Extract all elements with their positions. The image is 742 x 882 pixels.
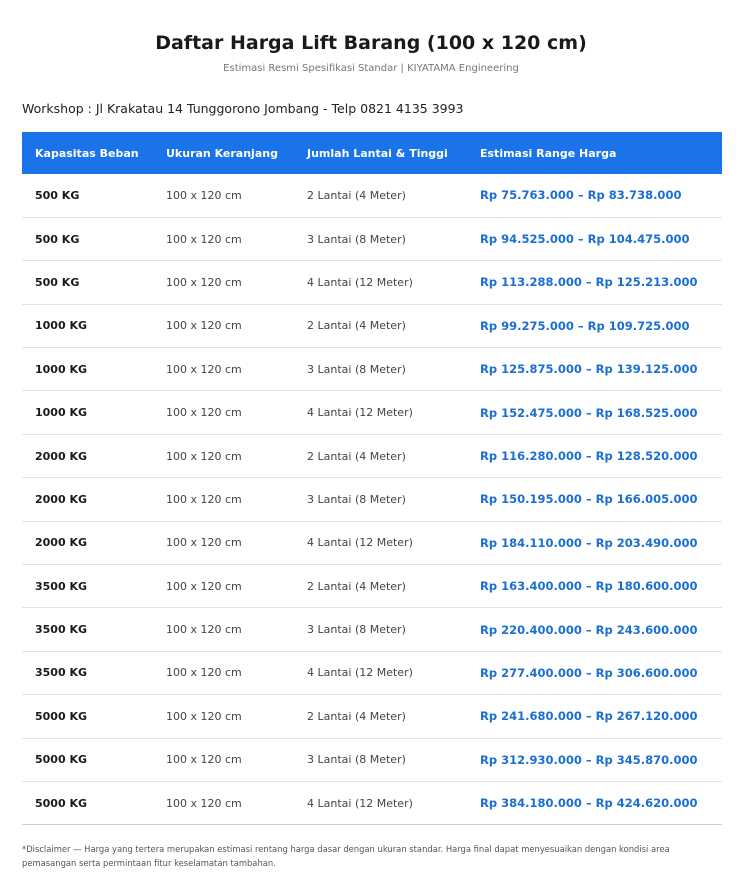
cell-capacity: 3500 KG — [22, 651, 153, 696]
cell-floors-height: 2 Lantai (4 Meter) — [294, 694, 467, 739]
cell-capacity: 1000 KG — [22, 304, 153, 349]
cell-price-range: Rp 312.930.000 – Rp 345.870.000 — [467, 738, 722, 782]
cell-price-range: Rp 163.400.000 – Rp 180.600.000 — [467, 564, 722, 609]
cell-floors-height: 2 Lantai (4 Meter) — [294, 434, 467, 479]
cell-price-range: Rp 125.875.000 – Rp 139.125.000 — [467, 347, 722, 392]
cell-capacity: 2000 KG — [22, 434, 153, 479]
cell-floors-height: 4 Lantai (12 Meter) — [294, 390, 467, 435]
table-row: 1000 KG 100 x 120 cm 3 Lantai (8 Meter) Rp … — [22, 347, 722, 392]
cell-basket-size: 100 x 120 cm — [153, 694, 294, 739]
cell-basket-size: 100 x 120 cm — [153, 217, 294, 262]
column-header-capacity: Kapasitas Beban — [35, 146, 139, 160]
cell-capacity: 5000 KG — [22, 781, 153, 826]
cell-price-range: Rp 384.180.000 – Rp 424.620.000 — [467, 781, 722, 826]
column-header-floors-height: Jumlah Lantai & Tinggi — [307, 146, 448, 160]
cell-capacity: 5000 KG — [22, 738, 153, 782]
cell-basket-size: 100 x 120 cm — [153, 260, 294, 305]
cell-price-range: Rp 152.475.000 – Rp 168.525.000 — [467, 390, 722, 435]
cell-basket-size: 100 x 120 cm — [153, 738, 294, 782]
cell-basket-size: 100 x 120 cm — [153, 607, 294, 652]
table-row: 3500 KG 100 x 120 cm 3 Lantai (8 Meter) Rp … — [22, 607, 722, 652]
cell-floors-height: 2 Lantai (4 Meter) — [294, 174, 467, 218]
table-row: 2000 KG 100 x 120 cm 4 Lantai (12 Meter) Rp… — [22, 521, 722, 566]
cell-price-range: Rp 94.525.000 – Rp 104.475.000 — [467, 217, 722, 262]
cell-basket-size: 100 x 120 cm — [153, 477, 294, 522]
cell-price-range: Rp 116.280.000 – Rp 128.520.000 — [467, 434, 722, 479]
cell-floors-height: 3 Lantai (8 Meter) — [294, 477, 467, 522]
table-row: 2000 KG 100 x 120 cm 3 Lantai (8 Meter) Rp … — [22, 477, 722, 522]
cell-capacity: 1000 KG — [22, 347, 153, 392]
page-subtitle: Estimasi Resmi Spesifikasi Standar | KIY… — [223, 63, 519, 74]
cell-price-range: Rp 241.680.000 – Rp 267.120.000 — [467, 694, 722, 739]
disclaimer: *Disclaimer — Harga yang tertera merupak… — [22, 844, 670, 868]
table-body: 500 KG 100 x 120 cm 2 Lantai (4 Meter) Rp 7… — [22, 174, 722, 826]
page-title: Daftar Harga Lift Barang (100 x 120 cm) — [155, 32, 587, 54]
cell-basket-size: 100 x 120 cm — [153, 347, 294, 392]
table-row: 500 KG 100 x 120 cm 4 Lantai (12 Meter) Rp … — [22, 260, 722, 305]
cell-basket-size: 100 x 120 cm — [153, 564, 294, 609]
cell-floors-height: 4 Lantai (12 Meter) — [294, 781, 467, 826]
cell-capacity: 500 KG — [22, 174, 153, 218]
table-row: 1000 KG 100 x 120 cm 4 Lantai (12 Meter) Rp… — [22, 390, 722, 435]
cell-basket-size: 100 x 120 cm — [153, 434, 294, 479]
cell-capacity: 2000 KG — [22, 477, 153, 522]
cell-capacity: 500 KG — [22, 260, 153, 305]
table-row: 5000 KG 100 x 120 cm 3 Lantai (8 Meter) Rp … — [22, 738, 722, 782]
workshop-address: Workshop : Jl Krakatau 14 Tunggorono Jom… — [22, 101, 464, 116]
table-row: 500 KG 100 x 120 cm 3 Lantai (8 Meter) Rp 9… — [22, 217, 722, 262]
cell-price-range: Rp 99.275.000 – Rp 109.725.000 — [467, 304, 722, 349]
table-header-row: Kapasitas Beban Ukuran Keranjang Jumlah … — [22, 132, 722, 174]
table-row: 3500 KG 100 x 120 cm 2 Lantai (4 Meter) Rp … — [22, 564, 722, 609]
table-row: 2000 KG 100 x 120 cm 2 Lantai (4 Meter) Rp … — [22, 434, 722, 479]
cell-basket-size: 100 x 120 cm — [153, 174, 294, 218]
table-row: 1000 KG 100 x 120 cm 2 Lantai (4 Meter) Rp … — [22, 304, 722, 349]
table-row: 3500 KG 100 x 120 cm 4 Lantai (12 Meter) Rp… — [22, 651, 722, 696]
cell-price-range: Rp 150.195.000 – Rp 166.005.000 — [467, 477, 722, 522]
table-row: 5000 KG 100 x 120 cm 2 Lantai (4 Meter) Rp … — [22, 694, 722, 739]
cell-capacity: 5000 KG — [22, 694, 153, 739]
cell-floors-height: 4 Lantai (12 Meter) — [294, 651, 467, 696]
column-header-price-range: Estimasi Range Harga — [480, 146, 617, 160]
table-row: 5000 KG 100 x 120 cm 4 Lantai (12 Meter) Rp… — [22, 781, 722, 826]
cell-price-range: Rp 220.400.000 – Rp 243.600.000 — [467, 607, 722, 652]
table-row: 500 KG 100 x 120 cm 2 Lantai (4 Meter) Rp 7… — [22, 174, 722, 218]
cell-price-range: Rp 277.400.000 – Rp 306.600.000 — [467, 651, 722, 696]
cell-basket-size: 100 x 120 cm — [153, 390, 294, 435]
cell-floors-height: 3 Lantai (8 Meter) — [294, 347, 467, 392]
cell-floors-height: 3 Lantai (8 Meter) — [294, 217, 467, 262]
cell-price-range: Rp 75.763.000 – Rp 83.738.000 — [467, 174, 722, 218]
cell-capacity: 2000 KG — [22, 521, 153, 566]
cell-capacity: 3500 KG — [22, 607, 153, 652]
cell-price-range: Rp 184.110.000 – Rp 203.490.000 — [467, 521, 722, 566]
price-table: Kapasitas Beban Ukuran Keranjang Jumlah … — [22, 132, 722, 826]
cell-floors-height: 3 Lantai (8 Meter) — [294, 738, 467, 782]
cell-price-range: Rp 113.288.000 – Rp 125.213.000 — [467, 260, 722, 305]
cell-floors-height: 2 Lantai (4 Meter) — [294, 564, 467, 609]
cell-floors-height: 4 Lantai (12 Meter) — [294, 521, 467, 566]
cell-capacity: 500 KG — [22, 217, 153, 262]
cell-basket-size: 100 x 120 cm — [153, 781, 294, 826]
cell-basket-size: 100 x 120 cm — [153, 651, 294, 696]
cell-capacity: 1000 KG — [22, 390, 153, 435]
cell-floors-height: 3 Lantai (8 Meter) — [294, 607, 467, 652]
column-header-basket-size: Ukuran Keranjang — [166, 146, 278, 160]
cell-basket-size: 100 x 120 cm — [153, 521, 294, 566]
cell-capacity: 3500 KG — [22, 564, 153, 609]
cell-basket-size: 100 x 120 cm — [153, 304, 294, 349]
cell-floors-height: 4 Lantai (12 Meter) — [294, 260, 467, 305]
cell-floors-height: 2 Lantai (4 Meter) — [294, 304, 467, 349]
